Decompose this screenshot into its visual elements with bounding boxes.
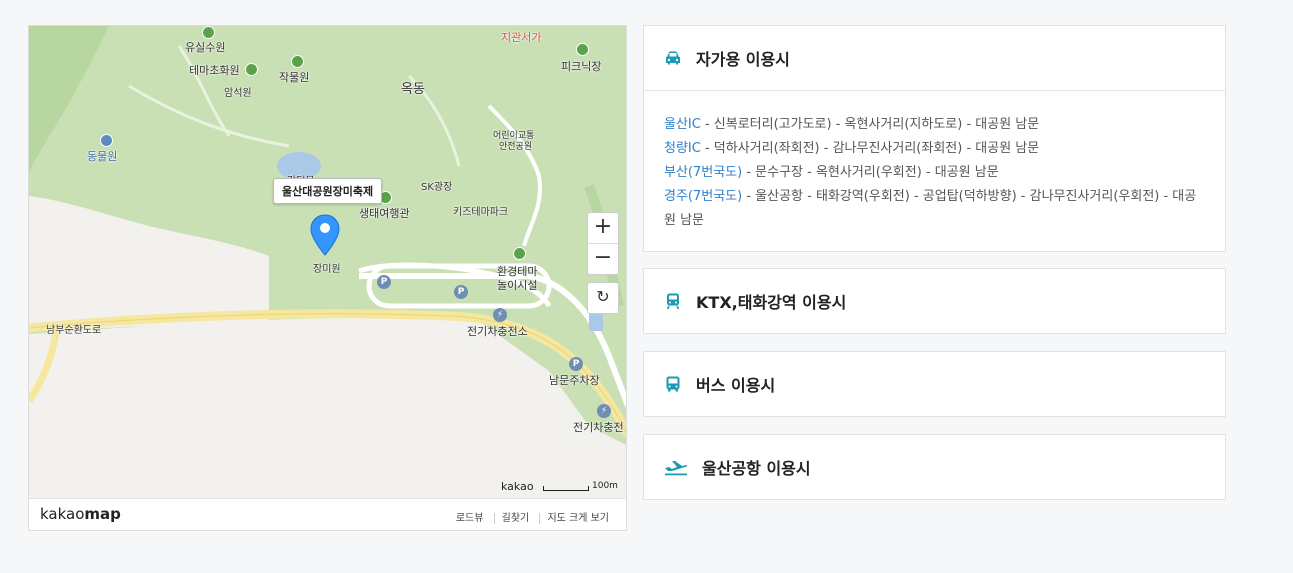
panel-airport-title: 울산공항 이용시 [702,459,811,478]
route-path: - 울산공항 - 태화강역(우회전) - 공업탑(덕하방향) - 감나무진사거리… [664,189,1197,228]
logo-part-a: kakao [40,505,85,523]
route-path: - 덕하사거리(좌회전) - 감나무진사거리(좌회전) - 대공원 남문 [700,141,1040,156]
route-name: 경주(7번국도) [664,189,743,204]
panel-bus[interactable]: 버스 이용시 [643,351,1226,417]
envtheme-poi-icon [513,247,526,260]
panel-car: 자가용 이용시 울산IC - 신복로터리(고가도로) - 옥현사거리(지하도로)… [643,25,1226,252]
directions-link[interactable]: 길찾기 [493,513,537,524]
panel-car-body: 울산IC - 신복로터리(고가도로) - 옥현사거리(지하도로) - 대공원 남… [644,90,1225,251]
airplane-icon [665,461,688,476]
map-label-envtheme2: 놀이시설 [497,279,538,292]
parking-icon: P [377,275,391,289]
route-line: 울산IC - 신복로터리(고가도로) - 옥현사거리(지하도로) - 대공원 남… [664,113,1205,137]
route-name: 청량IC [664,141,701,156]
enlarge-map-link[interactable]: 지도 크게 보기 [539,513,616,524]
scale-brand: kakao [501,480,534,493]
route-line: 청량IC - 덕하사거리(좌회전) - 감나무진사거리(좌회전) - 대공원 남… [664,137,1205,161]
map-footer-links: 로드뷰 길찾기 지도 크게 보기 [449,509,616,524]
tema-poi-icon [245,63,258,76]
parking-icon: P [569,357,583,371]
map-label-zoo: 동물원 [87,150,118,163]
zoom-control: + − [587,212,619,275]
panel-ktx-header[interactable]: KTX,태화강역 이용시 [644,269,1225,333]
map-label-nambu: 남부순환도로 [46,325,102,336]
route-name: 울산IC [664,117,701,132]
panel-airport[interactable]: 울산공항 이용시 [643,434,1226,500]
panel-ktx[interactable]: KTX,태화강역 이용시 [643,268,1226,334]
roadview-link[interactable]: 로드뷰 [449,513,491,524]
picnic-poi-icon [576,43,589,56]
map-label-charging: 전기차충전소 [467,325,528,338]
charging-station-icon: ⚡ [493,308,507,322]
map-label-rose: 장미원 [313,264,341,275]
panel-bus-title: 버스 이용시 [696,376,776,395]
map-label-kidstraffic2: 안전공원 [499,142,533,152]
map-label-jakmul: 작물원 [279,71,310,84]
zoom-in-button[interactable]: + [588,213,618,243]
map-label-gwansi: 지관서가 [501,31,542,44]
route-line: 부산(7번국도) - 문수구장 - 옥현사거리(우회전) - 대공원 남문 [664,161,1205,185]
route-path: - 문수구장 - 옥현사거리(우회전) - 대공원 남문 [742,165,999,180]
map-label-saengtae: 생태여행관 [359,207,410,220]
map-label-southparking: 남문주차장 [549,374,600,387]
scale-label: 100m [592,481,618,491]
panel-airport-header[interactable]: 울산공항 이용시 [644,435,1225,499]
bus-icon [666,376,680,392]
marker-tooltip[interactable]: 울산대공원장미축제 [273,178,383,204]
car-icon [666,51,680,65]
jakmul-poi-icon [291,55,304,68]
zoo-poi-icon [100,134,113,147]
panel-ktx-title: KTX,태화강역 이용시 [696,293,847,312]
map-label-kids: 키즈테마파크 [453,207,509,218]
route-name: 부산(7번국도) [664,165,743,180]
logo-part-b: map [84,505,121,523]
location-pin-icon[interactable] [310,214,340,256]
map-label-tema: 테마초화원 [189,64,240,77]
kakao-map[interactable]: 유실수원 테마초화원 작물원 암석원 옥동 지관서가 피크닉장 동물원 어린이교… [28,25,627,531]
map-label-okdong: 옥동 [401,82,425,97]
yusil-poi-icon [202,26,215,39]
scale-bar [543,486,589,491]
map-label-sk: SK광장 [421,182,453,193]
map-label-amseok: 암석원 [224,88,252,99]
charging-station-icon: ⚡ [597,404,611,418]
zoom-out-button[interactable]: − [588,243,618,274]
map-label-picnic: 피크닉장 [561,60,602,73]
map-label-charging2: 전기차충전 [573,421,624,434]
panel-car-header[interactable]: 자가용 이용시 [644,26,1225,90]
refresh-button[interactable]: ↻ [587,282,619,314]
route-line: 경주(7번국도) - 울산공항 - 태화강역(우회전) - 공업탑(덕하방향) … [664,185,1205,233]
map-footer: kakaomap 로드뷰 길찾기 지도 크게 보기 [29,498,626,530]
parking-icon: P [454,285,468,299]
kakaomap-logo[interactable]: kakaomap [40,505,121,523]
map-label-yusil: 유실수원 [185,41,226,54]
panel-car-title: 자가용 이용시 [696,50,790,69]
train-icon [666,293,680,310]
route-path: - 신복로터리(고가도로) - 옥현사거리(지하도로) - 대공원 남문 [700,117,1040,132]
panel-bus-header[interactable]: 버스 이용시 [644,352,1225,416]
